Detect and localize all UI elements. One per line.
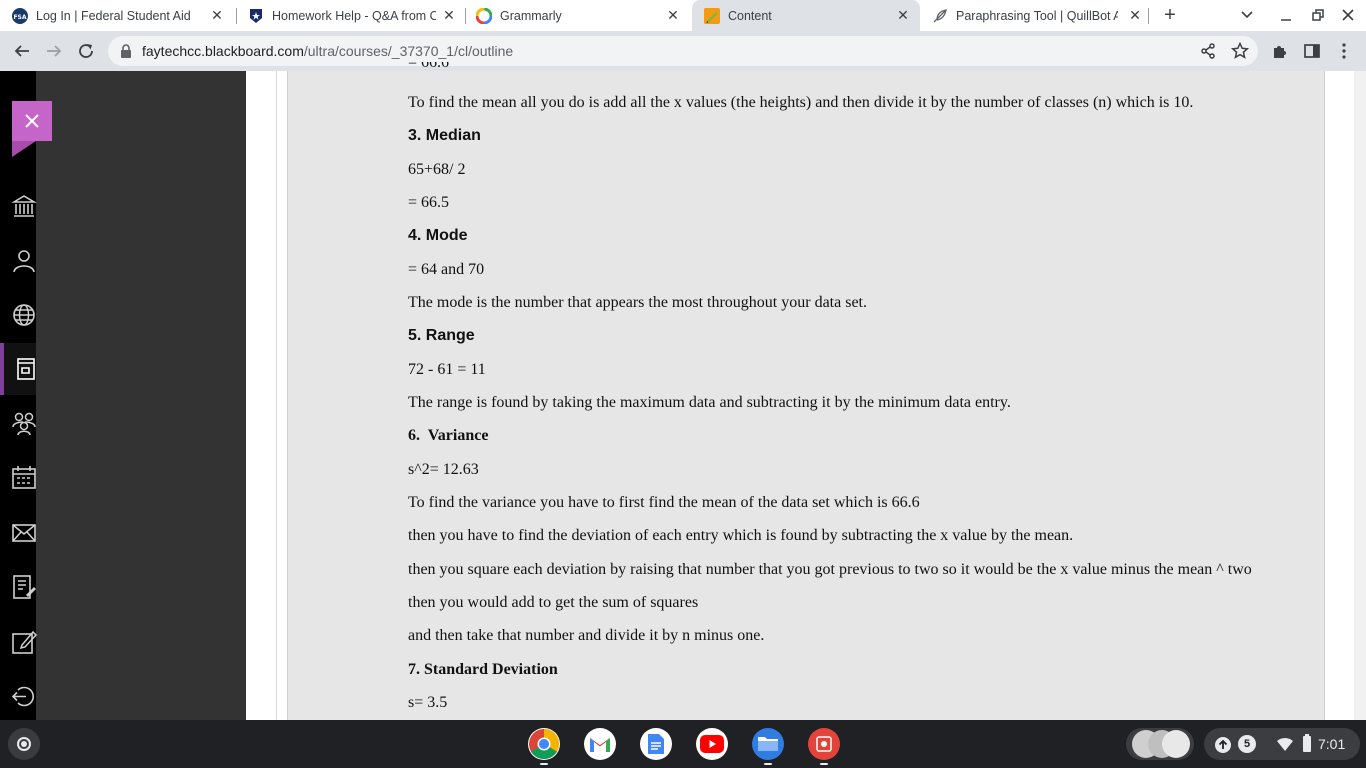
calendar-icon[interactable] bbox=[10, 463, 38, 491]
quillbot-feather-icon bbox=[932, 8, 948, 24]
institution-icon[interactable] bbox=[10, 193, 38, 221]
variance-step-5: and then take that number and divide it … bbox=[408, 627, 765, 644]
close-button-tail bbox=[12, 141, 36, 157]
svg-text:FSA: FSA bbox=[13, 14, 26, 21]
close-icon[interactable]: ✕ bbox=[896, 8, 910, 22]
wifi-icon bbox=[1277, 737, 1293, 751]
restore-icon[interactable] bbox=[1310, 7, 1326, 23]
globe-icon[interactable] bbox=[10, 301, 38, 329]
holding-space-thumbnails bbox=[1132, 730, 1190, 758]
median-calc: 65+68/ 2 bbox=[408, 161, 466, 178]
minimize-icon[interactable] bbox=[1278, 7, 1294, 23]
mode-result: = 64 and 70 bbox=[408, 261, 485, 278]
mode-heading: 4. Mode bbox=[408, 227, 468, 244]
upload-icon bbox=[1215, 737, 1231, 753]
app-running-dot bbox=[540, 763, 548, 765]
fsa-icon: FSA bbox=[12, 7, 28, 24]
close-icon[interactable]: ✕ bbox=[666, 8, 680, 22]
variance-heading: 6. Variance bbox=[408, 427, 489, 444]
tab-homework-help[interactable]: Homework Help - Q&A from Or ✕ bbox=[248, 0, 466, 31]
app-running-dot bbox=[764, 763, 772, 765]
blackboard-pencil-icon bbox=[704, 7, 720, 24]
tab-separator bbox=[465, 8, 466, 24]
forward-arrow-icon[interactable] bbox=[44, 41, 64, 61]
standard-deviation-heading: 7. Standard Deviation bbox=[408, 661, 558, 678]
tab-separator bbox=[1148, 8, 1149, 24]
close-course-button[interactable] bbox=[12, 101, 52, 141]
profile-icon[interactable] bbox=[10, 247, 38, 275]
notification-count-badge: 5 bbox=[1238, 735, 1256, 753]
range-explanation: The range is found by taking the maximum… bbox=[408, 394, 1011, 411]
star-shield-icon bbox=[248, 8, 264, 24]
youtube-icon[interactable] bbox=[696, 728, 728, 760]
median-heading: 3. Median bbox=[408, 127, 481, 144]
range-heading: 5. Range bbox=[408, 327, 475, 344]
tab-federal-student-aid[interactable]: FSA Log In | Federal Student Aid ✕ bbox=[12, 0, 234, 31]
variance-step-4: then you would add to get the sum of squ… bbox=[408, 594, 699, 611]
docs-icon[interactable] bbox=[640, 728, 672, 760]
holding-space-tray[interactable] bbox=[1126, 728, 1194, 760]
median-result: = 66.5 bbox=[408, 194, 450, 211]
address-bar[interactable]: faytechcc.blackboard.com/ultra/courses/_… bbox=[108, 36, 1258, 66]
bookmark-star-icon[interactable] bbox=[1230, 41, 1250, 61]
lock-icon bbox=[121, 44, 131, 58]
organizations-icon[interactable] bbox=[10, 409, 38, 437]
close-icon[interactable]: ✕ bbox=[442, 8, 456, 22]
variance-step-3: then you square each deviation by raisin… bbox=[408, 561, 1252, 578]
scrollbar[interactable] bbox=[1354, 71, 1366, 720]
mode-explanation: The mode is the number that appears the … bbox=[408, 294, 867, 311]
share-icon[interactable] bbox=[1198, 41, 1218, 61]
standard-deviation-result: s= 3.5 bbox=[408, 694, 448, 711]
tab-strip: FSA Log In | Federal Student Aid ✕ Homew… bbox=[0, 0, 1366, 31]
tab-title: Paraphrasing Tool | QuillBot A bbox=[956, 8, 1118, 23]
files-icon[interactable] bbox=[752, 728, 784, 760]
tab-separator bbox=[236, 8, 237, 24]
tab-quillbot[interactable]: Paraphrasing Tool | QuillBot A ✕ bbox=[932, 0, 1152, 31]
tab-grammarly[interactable]: Grammarly ✕ bbox=[476, 0, 690, 31]
google-g-icon bbox=[476, 7, 492, 24]
mean-explanation: To find the mean all you do is add all t… bbox=[408, 94, 1194, 111]
url-path: /ultra/courses/_37370_1/cl/outline bbox=[303, 43, 514, 59]
grades-icon[interactable] bbox=[10, 573, 38, 601]
gmail-icon[interactable] bbox=[584, 728, 616, 760]
back-arrow-icon[interactable] bbox=[12, 41, 32, 61]
app-running-dot bbox=[820, 763, 828, 765]
launcher-button[interactable] bbox=[8, 728, 40, 760]
screencast-icon[interactable] bbox=[808, 728, 840, 760]
battery-icon bbox=[1303, 734, 1311, 752]
new-tab-icon[interactable]: + bbox=[1160, 5, 1180, 26]
courses-icon[interactable] bbox=[10, 355, 38, 383]
blackboard-nav-rail bbox=[0, 71, 36, 720]
system-clock: 7:01 bbox=[1318, 736, 1346, 752]
more-vert-icon[interactable] bbox=[1334, 41, 1354, 61]
close-icon bbox=[25, 114, 39, 128]
blackboard-nav-panel bbox=[36, 71, 246, 720]
side-panel-icon[interactable] bbox=[1302, 41, 1322, 61]
url-host: faytechcc.blackboard.com bbox=[142, 43, 304, 59]
tab-title: Homework Help - Q&A from Or bbox=[272, 8, 436, 23]
cut-off-line: = 66.6 bbox=[408, 62, 450, 71]
range-calc: 72 - 61 = 11 bbox=[408, 361, 486, 378]
chevron-down-icon[interactable] bbox=[1240, 8, 1254, 22]
variance-result: s^2= 12.63 bbox=[408, 461, 479, 478]
close-icon[interactable]: ✕ bbox=[1128, 8, 1142, 22]
sign-out-icon[interactable] bbox=[10, 682, 38, 710]
extensions-puzzle-icon[interactable] bbox=[1270, 41, 1290, 61]
variance-step-1: To find the variance you have to first f… bbox=[408, 494, 920, 511]
reload-icon[interactable] bbox=[76, 41, 96, 61]
close-icon[interactable]: ✕ bbox=[210, 8, 224, 22]
tab-title: Content bbox=[728, 8, 772, 23]
edit-tools-icon[interactable] bbox=[10, 628, 38, 656]
tab-content[interactable]: Content ✕ bbox=[692, 0, 920, 31]
close-window-icon[interactable] bbox=[1340, 7, 1356, 23]
nav-active-indicator bbox=[0, 343, 4, 395]
launcher-circle-icon bbox=[17, 737, 31, 751]
variance-step-2: then you have to find the deviation of e… bbox=[408, 527, 1074, 544]
tab-title: Log In | Federal Student Aid bbox=[36, 8, 191, 23]
messages-envelope-icon[interactable] bbox=[10, 519, 38, 547]
tab-title: Grammarly bbox=[500, 8, 562, 23]
chrome-icon[interactable] bbox=[528, 728, 560, 760]
browser-toolbar: faytechcc.blackboard.com/ultra/courses/_… bbox=[0, 31, 1366, 71]
